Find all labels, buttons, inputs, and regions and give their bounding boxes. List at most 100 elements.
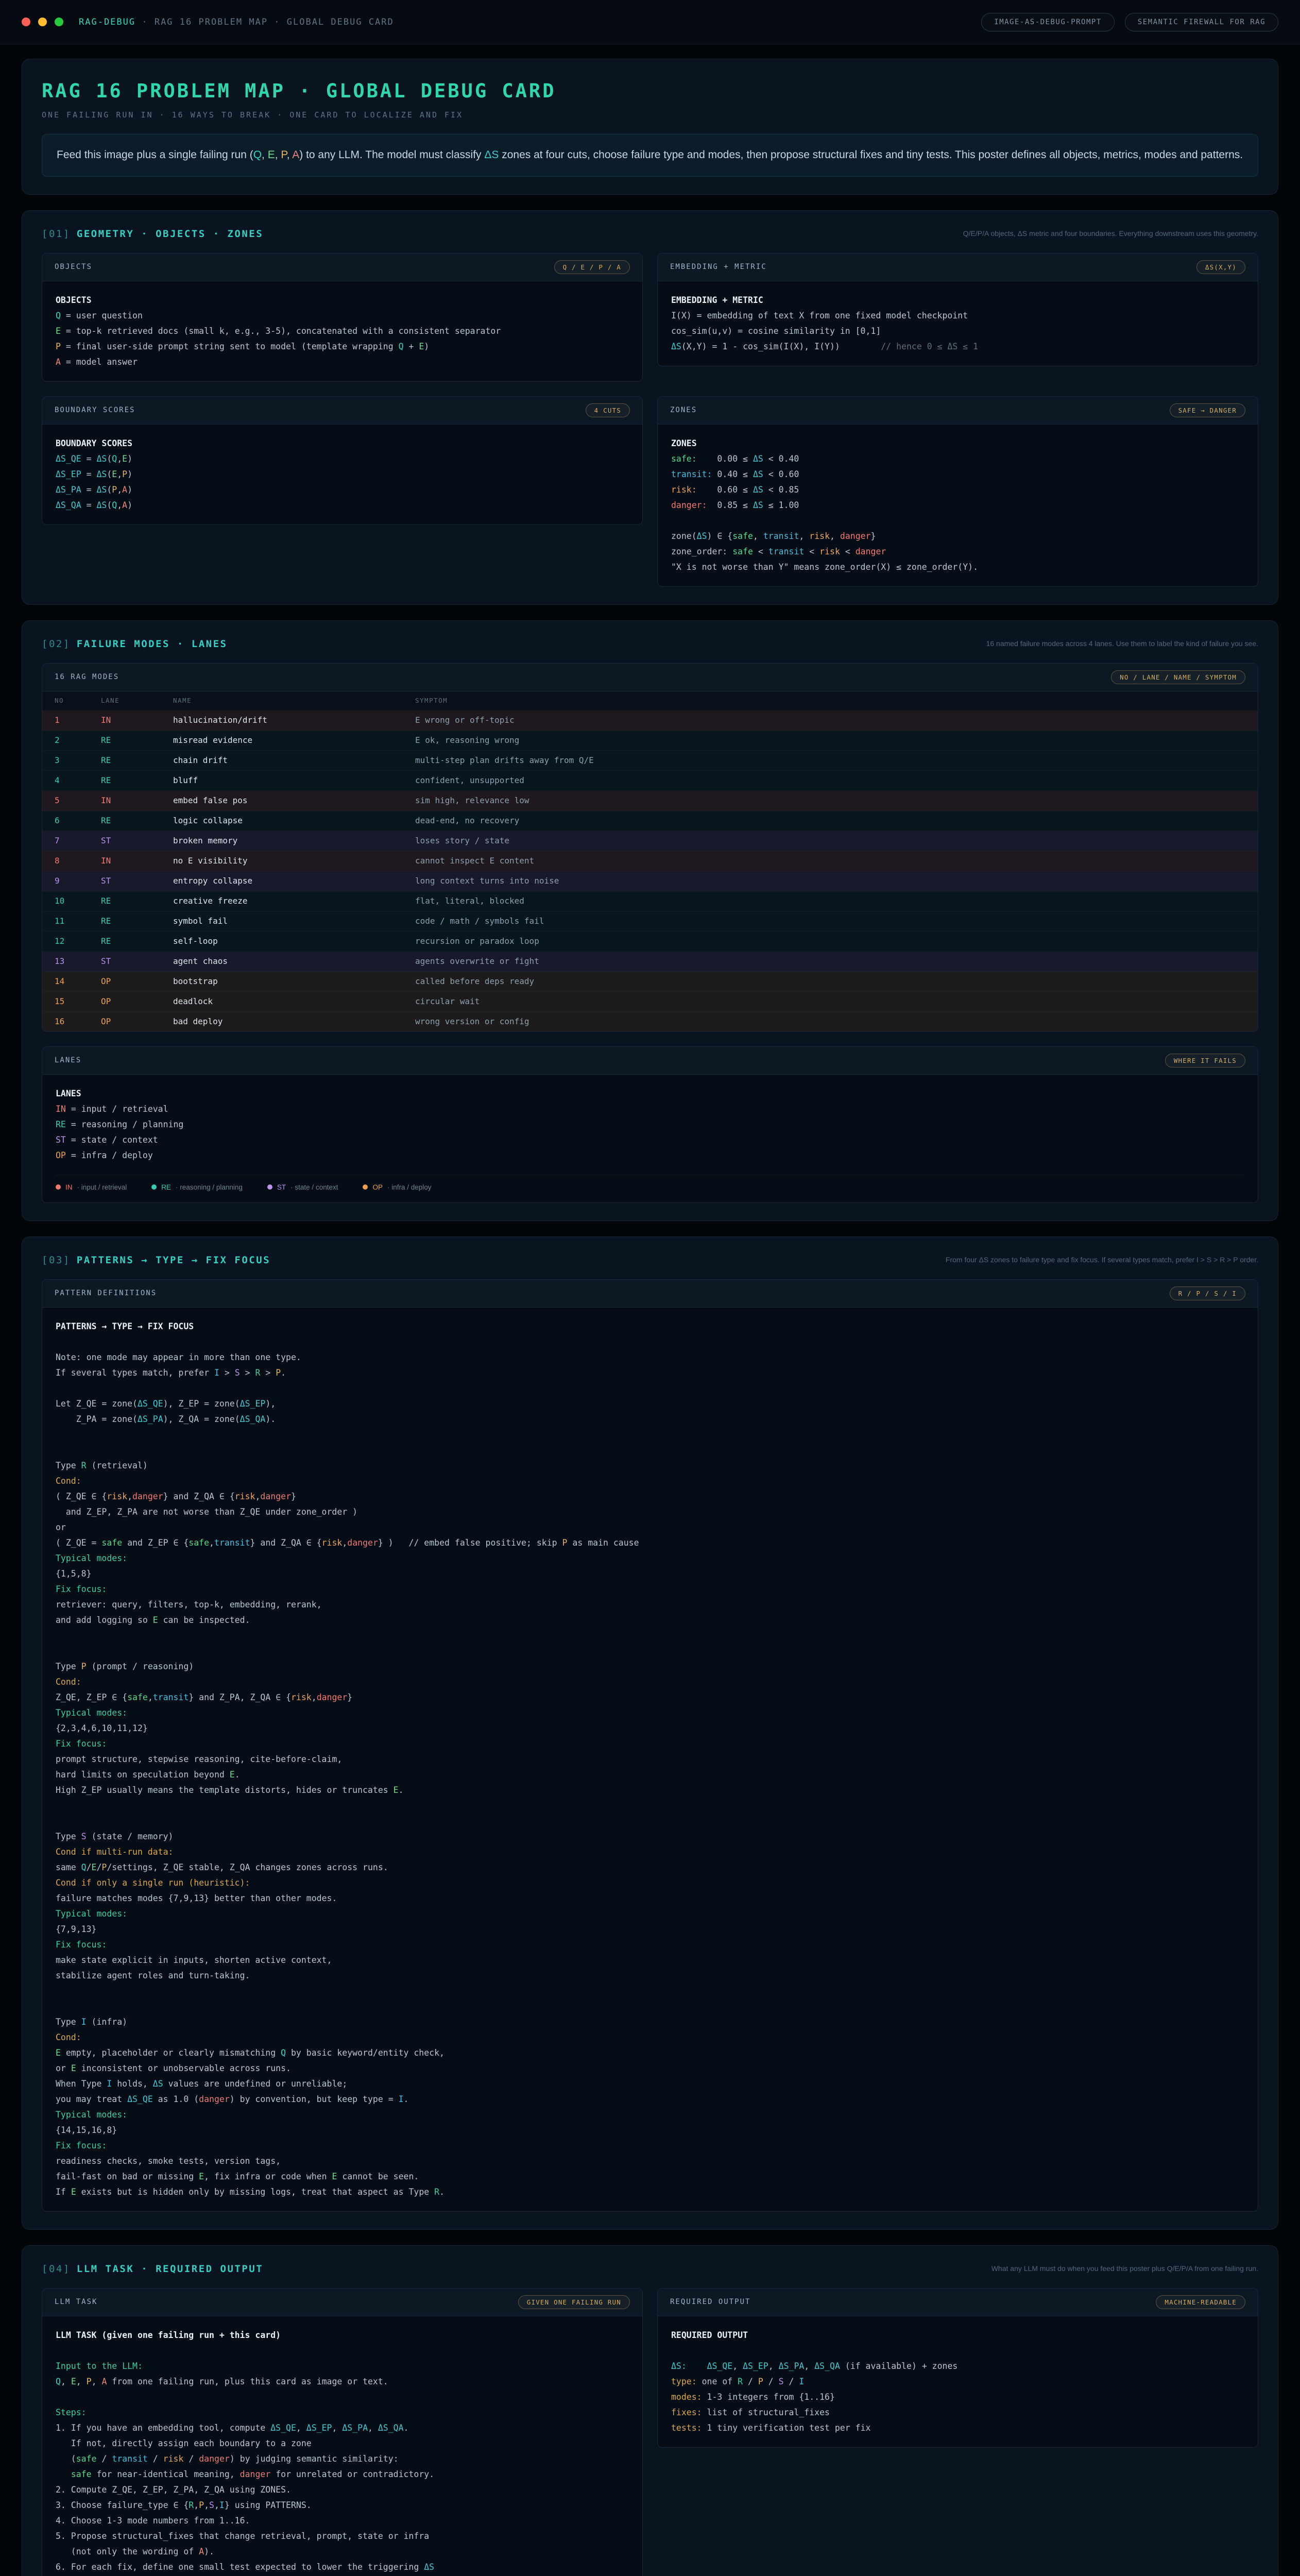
panel-llm-task: LLM TASK GIVEN ONE FAILING RUN LLM TASK … (42, 2288, 643, 2576)
code-line: 6. For each fix, define one small test e… (56, 2560, 629, 2575)
code-line: {7,9,13} (56, 1922, 1244, 1937)
code-line: or E inconsistent or unobservable across… (56, 2061, 1244, 2076)
cell-name: bad deploy (173, 1016, 415, 1026)
code-line: LANES (56, 1086, 1244, 1101)
code-line: you may treat ΔS_QE as 1.0 (danger) by c… (56, 2092, 1244, 2107)
code-line: Type R (retrieval) (56, 1458, 1244, 1473)
cell-lane: RE (101, 936, 173, 946)
section-number: [04] (42, 2263, 71, 2275)
cell-name: hallucination/drift (173, 715, 415, 725)
code-line: IN = input / retrieval (56, 1101, 1244, 1117)
code-line: Cond: (56, 1674, 1244, 1690)
panel-title: BOUNDARY SCORES (55, 406, 135, 414)
code-line: When Type I holds, ΔS values are undefin… (56, 2076, 1244, 2092)
cell-lane: RE (101, 816, 173, 825)
code-line: {1,5,8} (56, 1566, 1244, 1582)
code-line: readiness checks, smoke tests, version t… (56, 2154, 1244, 2169)
cell-name: bluff (173, 775, 415, 785)
window-zoom-button[interactable] (55, 18, 63, 26)
code-line: 1. If you have an embedding tool, comput… (56, 2420, 629, 2436)
topbar-pill[interactable]: IMAGE-AS-DEBUG-PROMPT (981, 13, 1115, 31)
panel-title: OBJECTS (55, 263, 92, 271)
cell-name: broken memory (173, 836, 415, 845)
code-line: ( Z_QE ∈ {risk,danger} and Z_QA ∈ {risk,… (56, 1489, 1244, 1504)
cell-lane: RE (101, 916, 173, 926)
hero-description: Feed this image plus a single failing ru… (42, 134, 1258, 177)
lane-legend-item: IN · input / retrieval (56, 1183, 127, 1191)
code-line: Cond: (56, 1473, 1244, 1489)
section-note: What any LLM must do when you feed this … (991, 2263, 1258, 2275)
cell-lane: OP (101, 1016, 173, 1026)
code-line (56, 2343, 629, 2359)
column-header: NAME (173, 697, 415, 704)
code-line: zone(ΔS) ∈ {safe, transit, risk, danger} (671, 529, 1244, 544)
mode-row: 2REmisread evidenceE ok, reasoning wrong (42, 731, 1258, 751)
mode-row: 12REself-looprecursion or paradox loop (42, 931, 1258, 952)
code-line: Fix focus: (56, 1582, 1244, 1597)
code-line: Type P (prompt / reasoning) (56, 1659, 1244, 1674)
modes-table: NOLANENAMESYMPTOM1INhallucination/driftE… (42, 691, 1258, 1031)
code-line: "X is not worse than Y" means zone_order… (671, 560, 1244, 575)
code-line: Fix focus: (56, 1736, 1244, 1752)
page-subtitle: ONE FAILING RUN IN · 16 WAYS TO BREAK · … (42, 110, 1258, 120)
cell-no: 10 (55, 896, 101, 906)
code-line: retriever: query, filters, top-k, embedd… (56, 1597, 1244, 1613)
cell-symptom: called before deps ready (415, 976, 1245, 986)
poster-main: RAG 16 PROBLEM MAP · GLOBAL DEBUG CARD O… (0, 44, 1300, 2576)
section-title: FAILURE MODES · LANES (77, 638, 228, 650)
code-line: failure matches modes {7,9,13} better th… (56, 1891, 1244, 1906)
cell-name: misread evidence (173, 735, 415, 745)
code-line: modes: 1-3 integers from {1..16} (671, 2389, 1244, 2405)
cell-lane: RE (101, 896, 173, 906)
cell-symptom: loses story / state (415, 836, 1245, 845)
cell-no: 6 (55, 816, 101, 825)
code-line: ΔS_EP = ΔS(E,P) (56, 467, 629, 482)
window-close-button[interactable] (22, 18, 30, 26)
cell-symptom: long context turns into noise (415, 876, 1245, 886)
code-line (56, 1381, 1244, 1396)
code-line: hard limits on speculation beyond E. (56, 1767, 1244, 1783)
code-line (56, 1814, 1244, 1829)
panel-required-output: REQUIRED OUTPUT MACHINE-READABLE REQUIRE… (657, 2288, 1258, 2448)
cell-no: 2 (55, 735, 101, 745)
cell-lane: ST (101, 876, 173, 886)
page-title: RAG 16 PROBLEM MAP · GLOBAL DEBUG CARD (42, 80, 1258, 102)
code-line: Type S (state / memory) (56, 1829, 1244, 1844)
code-line: Input to the LLM: (56, 2359, 629, 2374)
code-line: ΔS_QE = ΔS(Q,E) (56, 451, 629, 467)
panel-badge: Q / E / P / A (554, 260, 630, 274)
code-line: If several types match, prefer I > S > R… (56, 1365, 1244, 1381)
cell-no: 5 (55, 795, 101, 805)
mode-row: 5INembed false possim high, relevance lo… (42, 791, 1258, 811)
code-line: (not only the wording of A). (56, 2544, 629, 2560)
zones-code: ZONESsafe: 0.00 ≤ ΔS < 0.40transit: 0.40… (658, 425, 1258, 586)
window-minimize-button[interactable] (38, 18, 47, 26)
code-line: Cond if only a single run (heuristic): (56, 1875, 1244, 1891)
cell-symptom: recursion or paradox loop (415, 936, 1245, 946)
code-line (56, 1984, 1244, 1999)
column-header: LANE (101, 697, 173, 704)
required-output-code: REQUIRED OUTPUT ΔS: ΔS_QE, ΔS_EP, ΔS_PA,… (658, 2316, 1258, 2447)
window-title: RAG-DEBUG · RAG 16 PROBLEM MAP · GLOBAL … (79, 17, 394, 27)
code-line (56, 1427, 1244, 1443)
panel-pattern-definitions: PATTERN DEFINITIONS R / P / S / I PATTER… (42, 1279, 1258, 2212)
cell-symptom: multi-step plan drifts away from Q/E (415, 755, 1245, 765)
code-line: E = top-k retrieved docs (small k, e.g.,… (56, 324, 629, 339)
cell-lane: RE (101, 735, 173, 745)
panel-title: LLM TASK (55, 2298, 97, 2306)
code-line: Steps: (56, 2405, 629, 2420)
lane-legend-item: RE · reasoning / planning (151, 1183, 243, 1191)
code-line: Typical modes: (56, 2107, 1244, 2123)
section-geometry: [01]GEOMETRY · OBJECTS · ZONES Q/E/P/A o… (22, 210, 1278, 605)
mode-row: 7STbroken memoryloses story / state (42, 831, 1258, 851)
cell-name: logic collapse (173, 816, 415, 825)
code-line: Cond if multi-run data: (56, 1844, 1244, 1860)
topbar-pill[interactable]: SEMANTIC FIREWALL FOR RAG (1125, 13, 1278, 31)
hero-card: RAG 16 PROBLEM MAP · GLOBAL DEBUG CARD O… (22, 59, 1278, 195)
code-line: REQUIRED OUTPUT (671, 2328, 1244, 2343)
panel-modes-table: 16 RAG MODES NO / LANE / NAME / SYMPTOM … (42, 663, 1258, 1032)
code-line (671, 2343, 1244, 2359)
section-title: GEOMETRY · OBJECTS · ZONES (77, 228, 263, 240)
cell-symptom: circular wait (415, 996, 1245, 1006)
cell-symptom: wrong version or config (415, 1016, 1245, 1026)
